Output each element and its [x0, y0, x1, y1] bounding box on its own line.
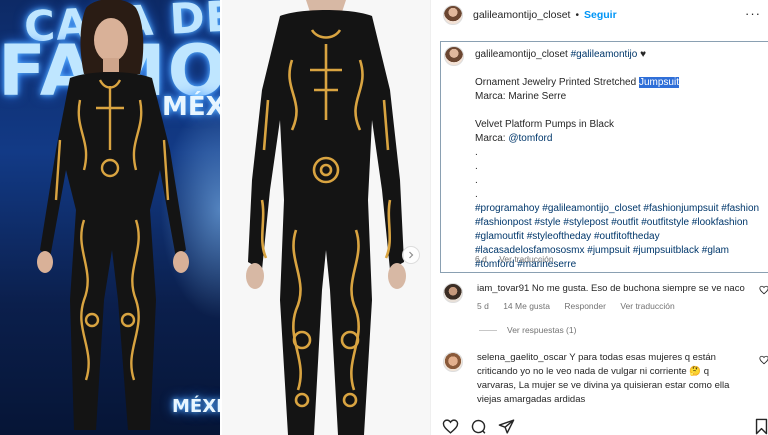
comment-like-icon[interactable]	[759, 355, 768, 365]
avatar[interactable]	[443, 5, 463, 25]
caption-avatar[interactable]	[444, 46, 464, 66]
comment-item: selena_gaelito_oscar Y para todas esas m…	[440, 351, 768, 409]
action-bar	[440, 418, 768, 435]
caption-time[interactable]: 6 d	[475, 254, 487, 264]
comment-text: viejas amargadas ardidas	[477, 394, 586, 405]
more-icon[interactable]: ···	[745, 6, 761, 21]
carousel-next-button[interactable]	[402, 246, 420, 264]
caption-brand2-label: Marca:	[475, 133, 509, 144]
view-replies-button[interactable]: Ver respuestas (1)	[479, 325, 576, 335]
comment-username[interactable]: selena_gaelito_oscar	[477, 352, 567, 363]
caption-translation-link[interactable]: Ver traducción	[499, 254, 553, 264]
caption-brand2-tag[interactable]: @tomford	[508, 133, 552, 144]
caption-title: Ornament Jewelry Printed Stretched	[475, 77, 639, 88]
bookmark-icon[interactable]	[754, 418, 768, 435]
hashtag-line[interactable]: #programahoy #galileamontijo_closet #fas…	[475, 202, 767, 216]
reply-button[interactable]: Responder	[564, 301, 606, 311]
comment-icon[interactable]	[470, 418, 487, 435]
chevron-right-icon	[409, 251, 414, 259]
caption-product2: Velvet Platform Pumps in Black	[475, 119, 614, 130]
share-icon[interactable]	[498, 418, 515, 435]
comment-text: varvaras, La mujer se ve divina ya quisi…	[477, 380, 730, 391]
comment-avatar[interactable]	[443, 283, 463, 303]
comment-item: iam_tovar91 No me gusta. Eso de buchona …	[440, 282, 768, 322]
comment-like-icon[interactable]	[759, 285, 768, 295]
comment-translation-link[interactable]: Ver traducción	[620, 301, 674, 311]
comment-text: No me gusta. Eso de buchona siempre se v…	[531, 283, 745, 294]
jumpsuit-model-right	[246, 0, 406, 435]
caption-text: galileamontijo_closet #galileamontijo ♥ …	[475, 48, 767, 272]
caption-dot: .	[475, 175, 478, 186]
caption-title-highlight: Jumpsuit	[638, 77, 679, 88]
post-header: galileamontijo_closet • Seguir ···	[431, 0, 768, 30]
hashtag-line[interactable]: #glamoutfit #styleoftheday #outfitofthed…	[475, 230, 767, 244]
view-replies-label: Ver respuestas (1)	[507, 325, 577, 335]
comment-username[interactable]: iam_tovar91	[477, 283, 529, 294]
caption-dot: .	[475, 161, 478, 172]
woman-figure-left	[37, 0, 189, 430]
comment-time: 5 d	[477, 301, 489, 311]
comment-avatar[interactable]	[443, 352, 463, 372]
heart-icon[interactable]	[442, 418, 459, 435]
caption-dot: .	[475, 147, 478, 158]
caption-brand1: Marca: Marine Serre	[475, 91, 567, 102]
comment-likes[interactable]: 14 Me gusta	[503, 301, 550, 311]
post-media[interactable]: CASA DE LOS FAMOSOS MÉXI MÉXIC	[0, 0, 430, 435]
post-sidebar: galileamontijo_closet • Seguir ··· galil…	[430, 0, 768, 435]
replies-rule	[479, 329, 497, 331]
hashtag-line[interactable]: #fashionpost #style #stylepost #outfit #…	[475, 216, 767, 230]
caption-tag-user[interactable]: #galileamontijo	[571, 49, 638, 60]
follow-button[interactable]: Seguir	[584, 9, 617, 21]
caption-username[interactable]: galileamontijo_closet	[475, 49, 568, 60]
caption-meta: 6 d Ver traducción	[475, 254, 564, 264]
heart-emoji: ♥	[640, 49, 647, 60]
caption-dot: .	[475, 189, 478, 200]
left-photo: CASA DE LOS FAMOSOS MÉXI MÉXIC	[0, 0, 220, 435]
header-separator: •	[575, 9, 579, 21]
header-username[interactable]: galileamontijo_closet	[473, 9, 570, 21]
caption: galileamontijo_closet #galileamontijo ♥ …	[440, 41, 768, 273]
comment-text: criticando yo no le veo nada de vulgar n…	[477, 366, 710, 377]
right-photo	[222, 0, 430, 435]
comment-text: Y para todas esas mujeres q están	[569, 352, 716, 363]
